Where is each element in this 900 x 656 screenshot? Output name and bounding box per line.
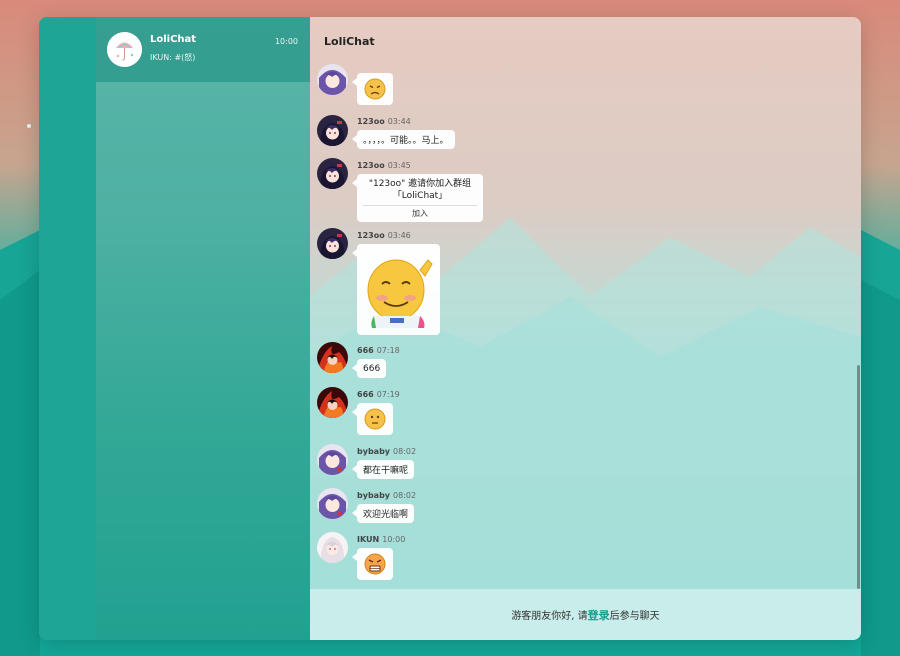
navigation-rail xyxy=(39,17,96,640)
conversation-list: LoliChat 10:00 IKUN: #(怒) xyxy=(96,17,310,640)
message-text: 。，，，。可能。。马上。 xyxy=(363,136,449,146)
red-flame-avatar-icon xyxy=(317,387,348,418)
message-text: 欢迎光临啊 xyxy=(363,510,409,520)
message-nickname: bybaby xyxy=(357,491,391,500)
waving-smiley-sticker-icon xyxy=(367,258,433,328)
message-meta: IKUN 10:00 xyxy=(357,535,405,544)
message-meta: 123oo 03:46 xyxy=(357,231,411,240)
avatar[interactable] xyxy=(317,342,348,373)
message-time: 10:00 xyxy=(382,535,406,544)
chat-app-window: LoliChat 10:00 IKUN: #(怒) LoliChat 123oo… xyxy=(39,17,861,640)
avatar[interactable] xyxy=(317,532,348,563)
avatar[interactable] xyxy=(317,488,348,519)
dark-hair-avatar-icon xyxy=(317,115,348,146)
dark-hair-avatar-icon xyxy=(317,158,348,189)
angry-face-icon xyxy=(364,553,386,575)
message-nickname: 666 xyxy=(357,346,374,355)
message-meta: bybaby 08:02 xyxy=(357,447,416,456)
message-nickname: 123oo xyxy=(357,117,385,126)
message-nickname: 666 xyxy=(357,390,374,399)
chat-panel: LoliChat 123oo 03:44 。，，，。可能。。马上。 123oo … xyxy=(310,17,861,640)
login-prompt-suffix: 后参与聊天 xyxy=(609,611,660,622)
login-link[interactable]: 登录 xyxy=(588,607,610,623)
message-bubble xyxy=(352,548,393,580)
message-list-scrollbar[interactable] xyxy=(857,365,860,589)
conversation-time: 10:00 xyxy=(274,37,298,46)
message-bubble: 都在干嘛呢 xyxy=(351,460,415,479)
message-bubble xyxy=(352,403,393,435)
group-invite-card: "123oo" 邀请你加入群组「LoliChat」 加入 xyxy=(352,174,483,222)
message-nickname: 123oo xyxy=(357,161,385,170)
message-meta: 123oo 03:45 xyxy=(357,161,411,170)
message-time: 03:44 xyxy=(387,117,411,126)
message-nickname: IKUN xyxy=(357,535,380,544)
purple-hair-avatar-icon xyxy=(317,64,348,95)
conversation-item-lolichat[interactable]: LoliChat 10:00 IKUN: #(怒) xyxy=(96,17,310,82)
chat-title: LoliChat xyxy=(324,35,375,48)
avatar[interactable] xyxy=(317,158,348,189)
message-time: 03:45 xyxy=(387,161,411,170)
purple-hair-avatar-icon xyxy=(317,444,348,475)
message-text: 666 xyxy=(363,363,381,374)
white-hair-avatar-icon xyxy=(317,532,348,563)
message-bubble: 。，，，。可能。。马上。 xyxy=(352,130,455,149)
avatar[interactable] xyxy=(317,387,348,418)
message-time: 03:46 xyxy=(387,231,411,240)
login-prompt-bar: 游客朋友你好, 请登录 后参与聊天 xyxy=(310,589,861,640)
message-time: 08:02 xyxy=(393,447,417,456)
message-meta: 666 07:18 xyxy=(357,346,400,355)
avatar[interactable] xyxy=(317,444,348,475)
message-bubble: 666 xyxy=(351,359,387,378)
sticker-bubble xyxy=(352,244,440,335)
invite-divider xyxy=(363,205,477,206)
purple-hair-avatar-icon xyxy=(317,488,348,519)
message-nickname: 123oo xyxy=(357,231,385,240)
message-meta: 123oo 03:44 xyxy=(357,117,411,126)
dark-hair-avatar-icon xyxy=(317,228,348,259)
avatar[interactable] xyxy=(317,115,348,146)
conversation-preview: IKUN: #(怒) xyxy=(150,53,196,62)
message-nickname: bybaby xyxy=(357,447,391,456)
umbrella-icon xyxy=(107,32,142,67)
message-text: 都在干嘛呢 xyxy=(363,466,409,476)
background-dot xyxy=(27,124,31,128)
join-group-button[interactable]: 加入 xyxy=(363,208,477,219)
angry-face-icon xyxy=(364,78,386,100)
invite-text: "123oo" 邀请你加入群组「LoliChat」 xyxy=(368,179,472,201)
avatar[interactable] xyxy=(317,64,348,95)
neutral-face-icon xyxy=(364,408,386,430)
message-time: 08:02 xyxy=(393,491,417,500)
message-time: 07:18 xyxy=(376,346,400,355)
message-bubble xyxy=(352,73,393,105)
red-flame-avatar-icon xyxy=(317,342,348,373)
avatar[interactable] xyxy=(317,228,348,259)
login-prompt-text: 游客朋友你好, 请 xyxy=(511,611,588,622)
message-meta: bybaby 08:02 xyxy=(357,491,416,500)
conversation-name: LoliChat xyxy=(150,34,197,45)
message-time: 07:19 xyxy=(376,390,400,399)
message-meta: 666 07:19 xyxy=(357,390,400,399)
message-bubble: 欢迎光临啊 xyxy=(351,504,415,523)
group-avatar xyxy=(107,32,142,67)
